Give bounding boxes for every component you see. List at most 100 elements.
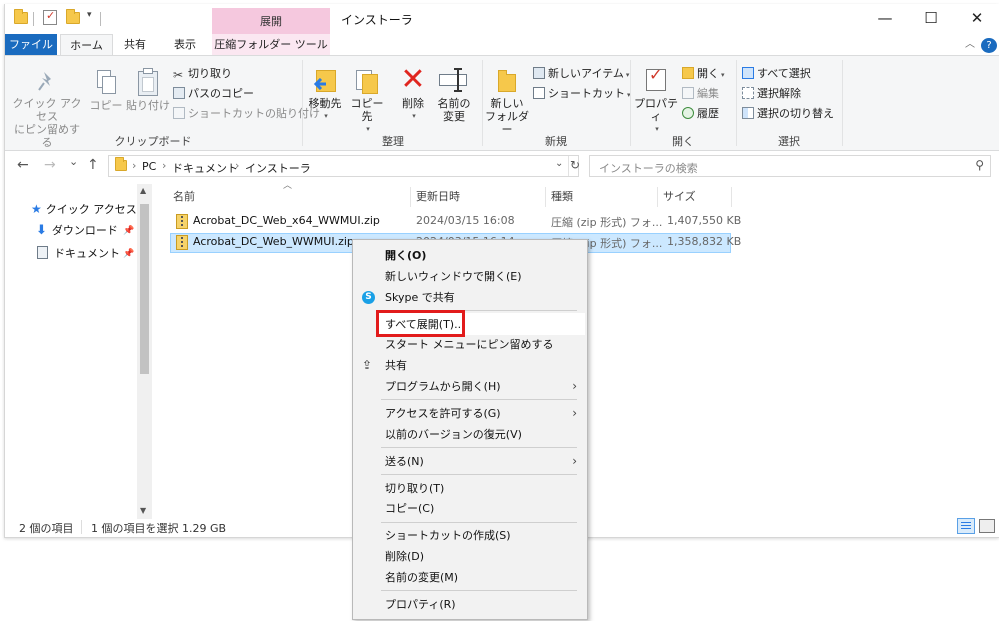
- menu-item-delete[interactable]: 削除(D): [353, 546, 587, 567]
- tab-compressed-folder-tools[interactable]: 圧縮フォルダー ツール: [212, 34, 330, 56]
- download-arrow-icon: ⬇: [36, 223, 47, 238]
- copy-to-button[interactable]: コピー先 ▾: [346, 66, 388, 136]
- select-all-button[interactable]: すべて選択: [742, 65, 811, 83]
- move-to-button[interactable]: 移動先 ▾: [307, 66, 343, 123]
- help-button[interactable]: ?: [981, 38, 997, 53]
- menu-item-create-shortcut[interactable]: ショートカットの作成(S): [353, 525, 587, 546]
- invert-selection-button[interactable]: 選択の切り替え: [742, 105, 834, 123]
- copy-path-label: パスのコピー: [188, 87, 254, 100]
- menu-item-open-with[interactable]: プログラムから開く(H) ›: [353, 376, 587, 397]
- delete-button[interactable]: ✕ 削除 ▾: [395, 65, 431, 123]
- copy-to-icon: [354, 66, 380, 94]
- tab-file[interactable]: ファイル: [5, 34, 57, 56]
- select-none-button[interactable]: 選択解除: [742, 85, 801, 103]
- menu-item-properties[interactable]: プロパティ(R): [353, 594, 587, 615]
- group-label-new: 新規: [545, 135, 567, 148]
- easy-access-button[interactable]: ショートカット ▾: [533, 85, 631, 103]
- address-dropdown-icon[interactable]: ⌄: [555, 158, 563, 169]
- submenu-arrow-icon: ›: [572, 379, 577, 393]
- menu-item-rename[interactable]: 名前の変更(M): [353, 567, 587, 588]
- nav-scrollbar[interactable]: ▲ ▼: [137, 184, 152, 519]
- qat-dropdown-icon[interactable]: ▾: [87, 10, 92, 20]
- recent-locations-button[interactable]: ⌄: [69, 155, 78, 168]
- folder-icon: [115, 157, 127, 171]
- menu-item-open[interactable]: 開く(O): [353, 245, 587, 266]
- context-tab-header-label: 展開: [260, 15, 282, 28]
- breadcrumb-installer[interactable]: インストーラ: [245, 160, 311, 176]
- close-button[interactable]: ✕: [954, 4, 999, 34]
- menu-item-pin-start[interactable]: スタート メニューにピン留めする: [353, 334, 587, 355]
- select-none-icon: [742, 87, 754, 99]
- open-button[interactable]: 開く ▾: [682, 65, 725, 83]
- new-folder-button[interactable]: 新しい フォルダー: [485, 68, 529, 136]
- column-header-type[interactable]: 種類: [551, 187, 573, 207]
- properties-check-icon[interactable]: ✓: [43, 9, 57, 25]
- scroll-down-icon[interactable]: ▼: [140, 506, 146, 515]
- move-to-icon: [312, 66, 338, 94]
- nav-documents[interactable]: ドキュメント: [37, 245, 120, 263]
- crumb-separator: ›: [235, 159, 240, 172]
- column-separator[interactable]: [410, 187, 411, 207]
- nav-quick-access-label: クイック アクセス: [45, 203, 137, 216]
- menu-item-skype-share[interactable]: S Skype で共有: [353, 287, 587, 308]
- search-box[interactable]: インストーラの検索 ⚲: [589, 155, 991, 177]
- title-bar: ✓ ▾ 展開 インストーラ — ☐ ✕: [5, 4, 999, 35]
- column-separator[interactable]: [731, 187, 732, 207]
- up-button[interactable]: ↑: [87, 157, 99, 173]
- search-icon[interactable]: ⚲: [975, 158, 984, 172]
- menu-item-send-to-label: 送る(N): [385, 455, 424, 468]
- details-view-icon[interactable]: [957, 518, 975, 534]
- tab-share[interactable]: 共有: [113, 34, 157, 56]
- folder-icon[interactable]: [14, 9, 28, 24]
- nav-quick-access[interactable]: ★ クイック アクセス: [31, 200, 137, 218]
- select-none-label: 選択解除: [757, 87, 801, 100]
- copy-path-button[interactable]: パスのコピー: [173, 85, 254, 103]
- column-header-size[interactable]: サイズ: [663, 187, 696, 207]
- paste-button[interactable]: 貼り付け: [125, 68, 171, 112]
- submenu-arrow-icon: ›: [572, 454, 577, 468]
- cut-button[interactable]: ✂ 切り取り: [173, 65, 232, 83]
- new-item-button[interactable]: 新しいアイテム ▾: [533, 65, 629, 83]
- tab-home[interactable]: ホーム: [60, 34, 113, 56]
- menu-item-copy[interactable]: コピー(C): [353, 498, 587, 519]
- menu-item-cut[interactable]: 切り取り(T): [353, 478, 587, 499]
- scroll-thumb[interactable]: [140, 204, 149, 374]
- file-row[interactable]: Acrobat_DC_Web_x64_WWMUI.zip 2024/03/15 …: [170, 212, 741, 232]
- properties-button[interactable]: ✓ プロパティ ▾: [633, 67, 679, 136]
- new-folder-icon[interactable]: [66, 9, 80, 24]
- minimize-button[interactable]: —: [862, 4, 908, 34]
- menu-separator: [381, 522, 577, 523]
- large-icons-view-icon[interactable]: [979, 519, 995, 533]
- menu-item-share[interactable]: ⇪ 共有: [353, 355, 587, 376]
- rename-button[interactable]: 名前の 変更: [433, 66, 475, 123]
- copy-button[interactable]: コピー: [89, 70, 123, 112]
- status-divider: [81, 520, 82, 534]
- tab-view[interactable]: 表示: [161, 34, 209, 56]
- breadcrumb-pc[interactable]: PC: [142, 160, 156, 173]
- menu-item-send-to[interactable]: 送る(N) ›: [353, 451, 587, 472]
- column-header-modified[interactable]: 更新日時: [416, 187, 460, 207]
- column-separator[interactable]: [657, 187, 658, 207]
- ribbon-collapse-button[interactable]: ︿: [962, 34, 978, 56]
- menu-item-restore-versions[interactable]: 以前のバージョンの復元(V): [353, 424, 587, 445]
- address-bar-row: ← → ⌄ ↑ › PC › ドキュメント › インストーラ ⌄ ↻ インストー…: [5, 151, 999, 181]
- refresh-icon[interactable]: ↻: [570, 158, 580, 172]
- menu-item-open-new-window[interactable]: 新しいウィンドウで開く(E): [353, 266, 587, 287]
- paste-shortcut-button[interactable]: ショートカットの貼り付け: [173, 105, 320, 123]
- breadcrumb-documents[interactable]: ドキュメント: [172, 160, 238, 176]
- edit-button[interactable]: 編集: [682, 85, 719, 103]
- scroll-up-icon[interactable]: ▲: [140, 186, 146, 195]
- address-box[interactable]: › PC › ドキュメント › インストーラ ⌄ ↻: [108, 155, 580, 177]
- maximize-button[interactable]: ☐: [908, 4, 954, 34]
- file-name: Acrobat_DC_Web_x64_WWMUI.zip: [193, 214, 380, 227]
- delete-dropdown-icon: ▾: [412, 112, 416, 120]
- column-header-name[interactable]: 名前: [173, 187, 195, 207]
- nav-downloads[interactable]: ⬇ ダウンロード: [36, 222, 118, 240]
- new-item-dropdown-icon: ▾: [625, 71, 630, 79]
- search-input[interactable]: インストーラの検索: [599, 160, 698, 176]
- forward-button[interactable]: →: [44, 157, 56, 173]
- menu-item-give-access[interactable]: アクセスを許可する(G) ›: [353, 403, 587, 424]
- back-button[interactable]: ←: [17, 157, 29, 173]
- column-separator[interactable]: [545, 187, 546, 207]
- history-button[interactable]: 履歴: [682, 105, 719, 123]
